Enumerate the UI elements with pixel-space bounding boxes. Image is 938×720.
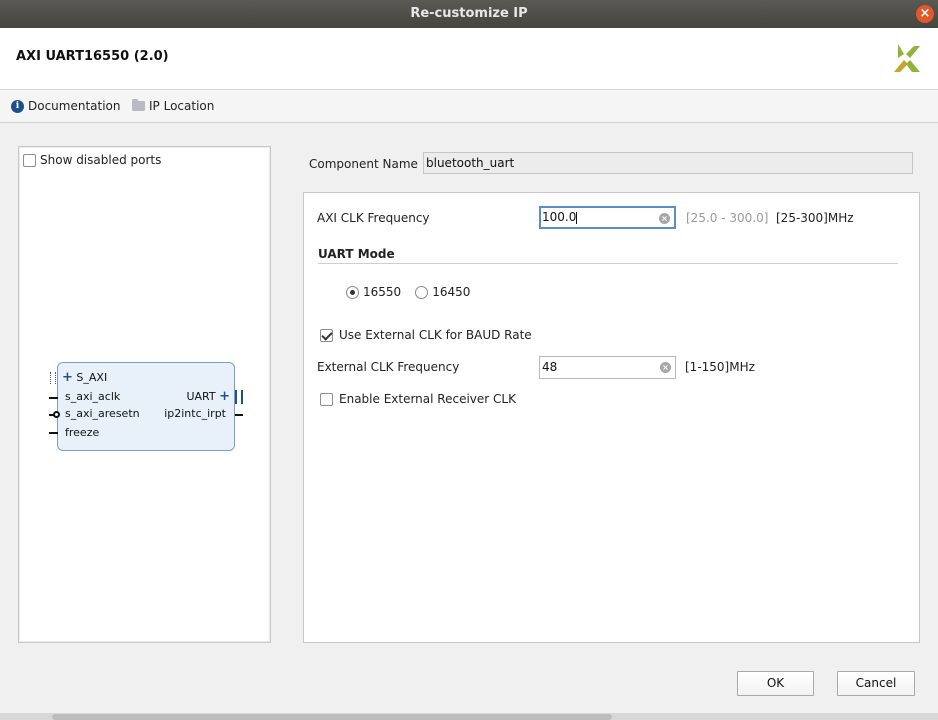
axi-clk-unit: [25-300]MHz: [776, 211, 854, 225]
uart-bus-pin: [235, 390, 243, 404]
use-external-clk-label: Use External CLK for BAUD Rate: [339, 328, 532, 342]
radio-16450[interactable]: [415, 285, 429, 299]
section-divider: [318, 263, 898, 264]
cancel-button[interactable]: Cancel: [837, 671, 915, 696]
port-s-axi: + S_AXI: [62, 370, 108, 385]
port-s-axi-aresetn: s_axi_aresetn: [65, 407, 140, 420]
s-axi-aclk-pin: [49, 397, 58, 399]
clear-icon[interactable]: ×: [659, 213, 670, 224]
toolbar: i Documentation IP Location: [0, 90, 938, 123]
symbol-panel: Show disabled ports + S_AXI s_axi_aclk s…: [18, 146, 271, 643]
show-disabled-ports-label: Show disabled ports: [40, 153, 162, 167]
component-name-label: Component Name: [309, 157, 418, 171]
axi-clk-frequency-label: AXI CLK Frequency: [317, 211, 430, 225]
enable-external-receiver-clk-checkbox[interactable]: [320, 392, 333, 406]
expand-plus-icon: +: [219, 389, 230, 404]
ip2intc-irpt-pin: [235, 414, 243, 416]
enable-external-receiver-clk-label: Enable External Receiver CLK: [339, 392, 516, 406]
xilinx-logo-icon: [894, 44, 920, 72]
use-external-clk-checkbox[interactable]: [320, 328, 333, 342]
external-clk-frequency-label: External CLK Frequency: [317, 360, 460, 374]
enable-external-receiver-clk-option[interactable]: Enable External Receiver CLK: [320, 392, 516, 406]
documentation-menu[interactable]: i Documentation: [11, 99, 121, 113]
active-low-bubble: [53, 411, 60, 418]
axi-clk-frequency-input[interactable]: 100.0 ×: [539, 206, 676, 229]
bottom-scrollbar[interactable]: [0, 713, 938, 720]
show-disabled-ports-checkbox[interactable]: [23, 153, 36, 167]
dialog-header: AXI UART16550 (2.0): [0, 28, 938, 90]
axi-clk-range: [25.0 - 300.0]: [686, 211, 769, 225]
radio-16550-label: 16550: [363, 285, 402, 299]
external-clk-frequency-input[interactable]: 48 ×: [539, 356, 676, 379]
folder-icon: [132, 99, 145, 111]
show-disabled-ports-option[interactable]: Show disabled ports: [23, 153, 161, 167]
radio-16550[interactable]: [346, 285, 359, 299]
ip-location-label: IP Location: [149, 99, 215, 113]
ok-button[interactable]: OK: [737, 671, 814, 696]
clear-icon[interactable]: ×: [660, 362, 671, 373]
text-cursor: [576, 211, 578, 224]
radio-16450-label: 16450: [432, 285, 471, 299]
port-freeze: freeze: [65, 426, 100, 439]
external-clk-unit: [1-150]MHz: [685, 360, 755, 374]
window-title: Re-customize IP: [410, 6, 528, 21]
s-axi-bus-pin: [50, 372, 56, 384]
component-name-field[interactable]: bluetooth_uart: [423, 152, 913, 174]
ip-block-symbol: + S_AXI s_axi_aclk s_axi_aresetn freeze …: [49, 362, 243, 451]
port-ip2intc-irpt: ip2intc_irpt: [164, 407, 226, 420]
scrollbar-thumb[interactable]: [52, 714, 612, 720]
documentation-label: Documentation: [28, 99, 121, 113]
ip-title: AXI UART16550 (2.0): [16, 49, 169, 64]
title-bar: Re-customize IP ×: [0, 0, 938, 28]
configuration-panel: AXI CLK Frequency 100.0 × [25.0 - 300.0]…: [303, 192, 920, 643]
port-s-axi-aclk: s_axi_aclk: [65, 390, 121, 403]
use-external-clk-option[interactable]: Use External CLK for BAUD Rate: [320, 328, 532, 342]
info-icon: i: [11, 99, 24, 113]
uart-mode-radio-group: 16550 16450: [346, 285, 470, 299]
close-button[interactable]: ×: [916, 5, 934, 23]
uart-mode-section-title: UART Mode: [318, 247, 395, 261]
freeze-pin: [49, 432, 58, 434]
ip-location-button[interactable]: IP Location: [132, 99, 214, 113]
port-uart: UART +: [186, 389, 230, 404]
expand-plus-icon: +: [62, 370, 73, 385]
